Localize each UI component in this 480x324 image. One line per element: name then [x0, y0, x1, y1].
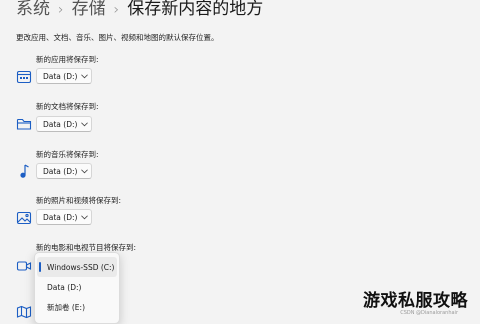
- picture-icon: [16, 210, 32, 226]
- documents-location-dropdown[interactable]: Data (D:): [36, 116, 92, 132]
- music-save-label: 新的音乐将保存到:: [36, 150, 99, 159]
- folder-icon: [16, 116, 32, 132]
- selection-indicator: [39, 262, 41, 272]
- credit-text: CSDN @Dianaloranhair: [400, 310, 458, 316]
- documents-save-label: 新的文档将保存到:: [36, 102, 99, 111]
- apps-save-label: 新的应用将保存到:: [36, 55, 99, 64]
- photos-location-value: Data (D:): [43, 212, 78, 222]
- documents-location-value: Data (D:): [43, 119, 78, 129]
- chevron-right-icon: ›: [58, 2, 64, 18]
- apps-location-dropdown[interactable]: Data (D:): [36, 68, 92, 84]
- menu-option-label: Windows-SSD (C:): [47, 262, 115, 272]
- video-camera-icon: [16, 258, 32, 274]
- breadcrumb: 系统 › 存储 › 保存新内容的地方: [16, 0, 263, 19]
- menu-option-windows-ssd[interactable]: Windows-SSD (C:): [37, 257, 117, 277]
- page-title: 保存新内容的地方: [127, 0, 264, 19]
- chevron-down-icon: [77, 121, 91, 127]
- music-location-dropdown[interactable]: Data (D:): [36, 163, 92, 179]
- menu-option-label: 新加卷 (E:): [47, 302, 86, 312]
- menu-option-label: Data (D:): [47, 282, 82, 292]
- breadcrumb-storage[interactable]: 存储: [72, 0, 106, 19]
- apps-location-value: Data (D:): [43, 71, 78, 81]
- photos-save-label: 新的照片和视频将保存到:: [36, 196, 122, 205]
- watermark-text: 游戏私服攻略: [363, 291, 468, 311]
- chevron-down-icon: [77, 168, 91, 174]
- movies-location-menu[interactable]: Windows-SSD (C:) Data (D:) 新加卷 (E:): [34, 252, 120, 324]
- page-description: 更改应用、文档、音乐、图片、视频和地图的默认保存位置。: [16, 33, 219, 42]
- music-location-value: Data (D:): [43, 166, 78, 176]
- map-icon: [16, 304, 32, 320]
- photos-location-dropdown[interactable]: Data (D:): [36, 209, 92, 225]
- chevron-right-icon: ›: [113, 2, 120, 18]
- chevron-down-icon: [77, 214, 91, 220]
- chevron-down-icon: [77, 73, 91, 79]
- menu-option-data[interactable]: Data (D:): [37, 277, 117, 297]
- breadcrumb-system[interactable]: 系统: [16, 0, 50, 19]
- music-note-icon: [16, 163, 32, 179]
- menu-option-new-volume[interactable]: 新加卷 (E:): [37, 297, 117, 317]
- app-window-icon: [16, 69, 32, 85]
